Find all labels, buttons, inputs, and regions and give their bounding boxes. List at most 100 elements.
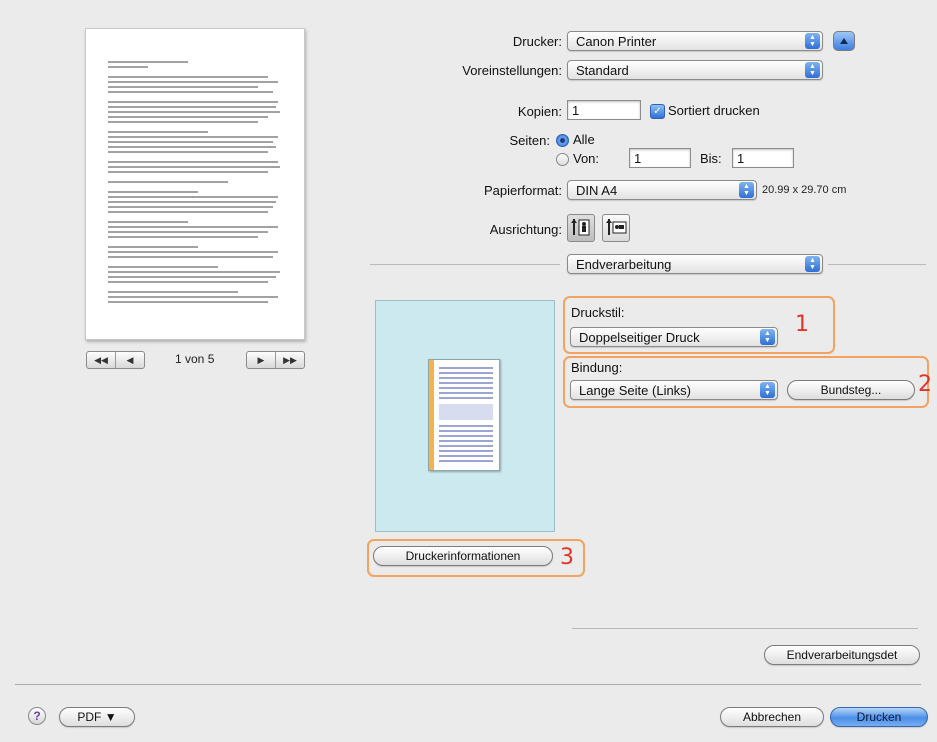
preview-text-line <box>108 66 148 68</box>
callout-number-2: 2 <box>918 372 932 397</box>
portrait-orientation-icon <box>571 219 590 236</box>
preview-text-line <box>108 301 268 303</box>
binding-popup[interactable]: Lange Seite (Links) ▲ ▼ <box>570 380 778 400</box>
preview-text-line <box>108 171 268 173</box>
document-preview <box>85 28 305 340</box>
preview-text-line <box>108 106 276 108</box>
preview-text-line <box>108 271 280 273</box>
first-page-button[interactable]: ◀◀ <box>87 352 116 368</box>
preview-text-line <box>108 131 208 133</box>
preview-text-line <box>108 136 278 138</box>
paper-size-popup-value: DIN A4 <box>576 183 618 198</box>
page-lines-icon <box>439 367 493 462</box>
cancel-button[interactable]: Abbrechen <box>720 707 824 727</box>
popup-arrows-icon: ▲ ▼ <box>805 33 820 49</box>
pages-to-field[interactable]: 1 <box>732 148 794 168</box>
popup-arrows-icon: ▲ ▼ <box>805 62 820 78</box>
preview-text-line <box>108 161 278 163</box>
binding-popup-value: Lange Seite (Links) <box>579 383 692 398</box>
popup-arrows-icon: ▲ ▼ <box>760 329 775 345</box>
previous-page-button[interactable]: ◀ <box>116 352 144 368</box>
pdf-menu-button[interactable]: PDF ▼ <box>59 707 135 727</box>
page-nav-back-group: ◀◀ ◀ <box>86 351 145 369</box>
preview-text-line <box>108 101 278 103</box>
paper-size-popup[interactable]: DIN A4 ▲ ▼ <box>567 180 757 200</box>
preview-text-line <box>108 116 268 118</box>
popup-arrows-icon: ▲ ▼ <box>739 182 754 198</box>
preview-text-line <box>108 296 278 298</box>
panel-selector-value: Endverarbeitung <box>576 257 672 272</box>
gutter-button[interactable]: Bundsteg... <box>787 380 915 400</box>
collapse-triangle-icon <box>840 38 848 44</box>
last-page-button[interactable]: ▶▶ <box>276 352 304 368</box>
preview-text-line <box>108 61 188 63</box>
popup-arrows-icon: ▲ ▼ <box>760 382 775 398</box>
binding-label: Bindung: <box>571 360 623 375</box>
preview-text-line <box>108 211 268 213</box>
preview-text-line <box>108 146 276 148</box>
preview-text-line <box>108 266 218 268</box>
callout-number-1: 1 <box>795 312 809 337</box>
preview-text-line <box>108 236 258 238</box>
copies-label: Kopien: <box>517 104 562 119</box>
finishing-preview-page <box>428 359 500 471</box>
collate-checkbox[interactable]: ✓ <box>650 104 665 119</box>
landscape-orientation-button[interactable] <box>602 214 630 242</box>
preview-text-line <box>108 226 278 228</box>
printer-label: Drucker: <box>512 34 562 49</box>
preview-text-line <box>108 141 273 143</box>
panel-selector-popup[interactable]: Endverarbeitung ▲ ▼ <box>567 254 823 274</box>
copies-field[interactable]: 1 <box>567 100 641 120</box>
preview-text-line <box>108 76 268 78</box>
pages-all-radio[interactable] <box>556 134 569 147</box>
printer-info-button[interactable]: Druckerinformationen <box>373 546 553 566</box>
portrait-orientation-button[interactable] <box>567 214 595 242</box>
presets-popup-value: Standard <box>576 63 629 78</box>
print-button[interactable]: Drucken <box>830 707 928 727</box>
paper-size-dimensions: 20.99 x 29.70 cm <box>762 184 847 196</box>
preview-text-line <box>108 251 278 253</box>
preview-text-line <box>108 221 188 223</box>
preview-text-line <box>108 291 238 293</box>
preview-text-line <box>108 276 276 278</box>
preview-text-line <box>108 246 198 248</box>
page-indicator: 1 von 5 <box>175 352 215 366</box>
preview-text-line <box>108 181 228 183</box>
preview-text-line <box>108 166 280 168</box>
printer-popup[interactable]: Canon Printer ▲ ▼ <box>567 31 823 51</box>
separator-right <box>828 264 926 265</box>
pages-label: Seiten: <box>509 133 550 148</box>
print-style-label: Druckstil: <box>571 305 625 320</box>
preview-text-line <box>108 281 268 283</box>
finishing-details-button[interactable]: Endverarbeitungsdet <box>764 645 920 665</box>
preview-text-line <box>108 206 273 208</box>
printer-popup-value: Canon Printer <box>576 34 657 49</box>
pages-to-label: Bis: <box>700 151 722 166</box>
preview-text-line <box>108 86 258 88</box>
callout-number-3: 3 <box>560 545 574 570</box>
landscape-orientation-icon <box>606 219 627 235</box>
print-style-popup[interactable]: Doppelseitiger Druck ▲ ▼ <box>570 327 778 347</box>
orientation-label: Ausrichtung: <box>489 222 562 237</box>
print-style-popup-value: Doppelseitiger Druck <box>579 330 700 345</box>
preview-text-line <box>108 81 278 83</box>
separator-left <box>370 264 560 265</box>
pages-from-field[interactable]: 1 <box>629 148 691 168</box>
preview-text-line <box>108 201 276 203</box>
preview-text-line <box>108 231 268 233</box>
paper-size-label: Papierformat: <box>483 183 562 198</box>
pages-range-radio[interactable] <box>556 153 569 166</box>
preview-text-line <box>108 256 273 258</box>
next-page-button[interactable]: ▶ <box>247 352 276 368</box>
help-icon[interactable]: ? <box>28 707 46 725</box>
presets-label: Voreinstellungen: <box>462 63 562 78</box>
finishing-preview <box>375 300 555 532</box>
preview-text-line <box>108 91 273 93</box>
collate-label: Sortiert drucken <box>668 103 760 118</box>
popup-arrows-icon: ▲ ▼ <box>805 256 820 272</box>
preview-text-line <box>108 121 258 123</box>
presets-popup[interactable]: Standard ▲ ▼ <box>567 60 823 80</box>
disclosure-button[interactable] <box>833 31 855 51</box>
preview-text-line <box>108 151 268 153</box>
page-nav-forward-group: ▶ ▶▶ <box>246 351 305 369</box>
